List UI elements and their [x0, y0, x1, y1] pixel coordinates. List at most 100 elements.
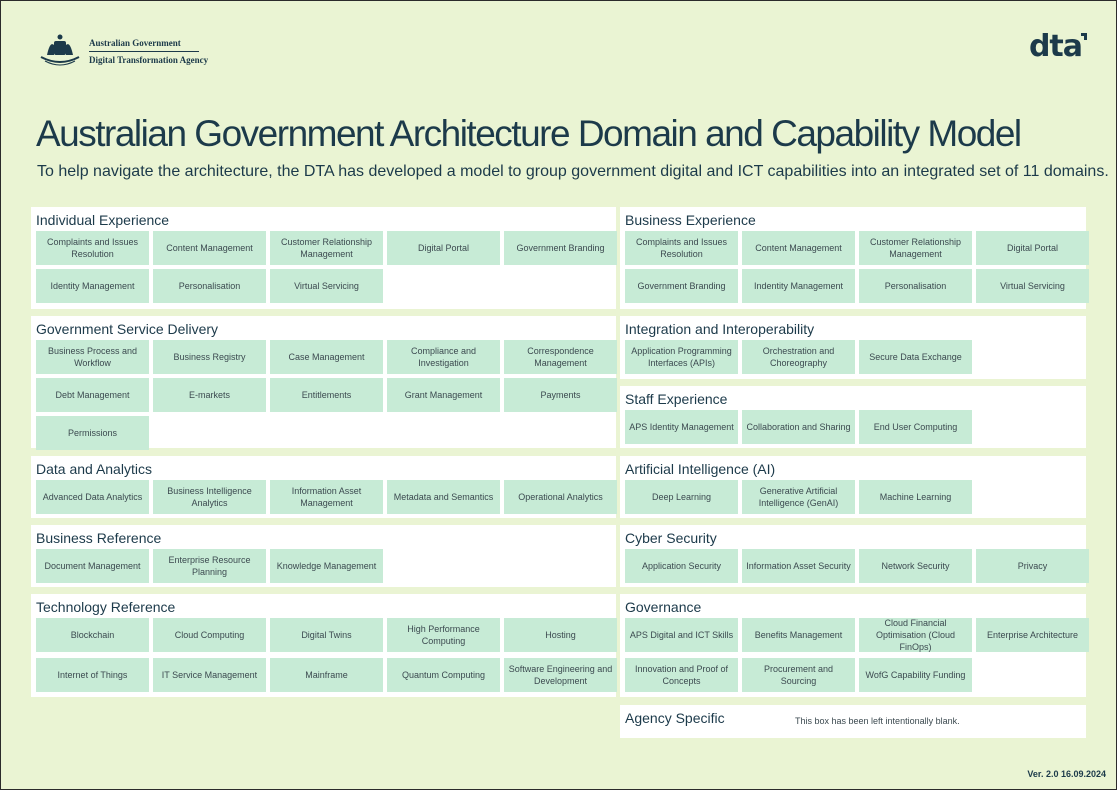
page-title: Australian Government Architecture Domai… — [36, 113, 1022, 154]
capability-card: WofG Capability Funding — [859, 658, 972, 692]
capability-card: Procurement and Sourcing — [742, 658, 855, 692]
capability-grid: Document Management Enterprise Resource P… — [36, 549, 617, 583]
capability-card: Enterprise Resource Planning — [153, 549, 266, 583]
capability-grid: Application Programming Interfaces (APIs… — [625, 340, 1089, 374]
capability-card: Secure Data Exchange — [859, 340, 972, 374]
capability-card: Entitlements — [270, 378, 383, 412]
domain-agency-specific: Agency Specific This box has been left i… — [620, 705, 1086, 738]
capability-card: Quantum Computing — [387, 658, 500, 692]
capability-card: Internet of Things — [36, 658, 149, 692]
domain-integration-interoperability: Integration and Interoperability Applica… — [620, 316, 1086, 379]
capability-card: Correspondence Management — [504, 340, 617, 374]
capability-card: Complaints and Issues Resolution — [625, 231, 738, 265]
capability-card: Information Asset Security — [742, 549, 855, 583]
capability-card: Software Engineering and Development — [504, 658, 617, 692]
domain-title: Governance — [625, 599, 702, 615]
domain-title: Technology Reference — [36, 599, 176, 615]
capability-grid: Complaints and Issues Resolution Content … — [625, 231, 1089, 303]
domain-business-experience: Business Experience Complaints and Issue… — [620, 207, 1089, 309]
capability-card: Virtual Servicing — [976, 269, 1089, 303]
capability-card: Advanced Data Analytics — [36, 480, 149, 514]
domain-title: Integration and Interoperability — [625, 321, 815, 337]
capability-grid: Deep Learning Generative Artificial Intel… — [625, 480, 1089, 514]
capability-card: Personalisation — [153, 269, 266, 303]
capability-card: End User Computing — [859, 410, 972, 444]
domain-title: Artificial Intelligence (AI) — [625, 461, 776, 477]
capability-card: Metadata and Semantics — [387, 480, 500, 514]
capability-card: Permissions — [36, 416, 149, 450]
capability-card: Government Branding — [625, 269, 738, 303]
capability-card: Document Management — [36, 549, 149, 583]
capability-card: APS Digital and ICT Skills — [625, 618, 738, 652]
capability-card: Application Security — [625, 549, 738, 583]
domain-title: Staff Experience — [625, 391, 728, 407]
dta-logo-text: dta — [1028, 29, 1083, 64]
capability-card: Customer Relationship Management — [859, 231, 972, 265]
domain-title: Cyber Security — [625, 530, 717, 546]
capability-card: APS Identity Management — [625, 410, 738, 444]
capability-card: E-markets — [153, 378, 266, 412]
capability-card: Knowledge Management — [270, 549, 383, 583]
capability-card: Government Branding — [504, 231, 617, 265]
capability-grid: Blockchain Cloud Computing Digital Twins Hi… — [36, 618, 617, 692]
capability-card: Payments — [504, 378, 617, 412]
capability-card: Operational Analytics — [504, 480, 617, 514]
capability-card: Case Management — [270, 340, 383, 374]
domain-data-analytics: Data and Analytics Advanced Data Analyti… — [31, 456, 617, 518]
australian-government-logo: Australian Government Digital Transforma… — [37, 33, 208, 69]
dta-logo-mark-icon — [1081, 33, 1087, 40]
blank-note: This box has been left intentionally bla… — [795, 716, 960, 726]
domain-title: Individual Experience — [36, 212, 170, 228]
page-subtitle: To help navigate the architecture, the D… — [37, 163, 1109, 180]
domain-staff-experience: Staff Experience APS Identity Management… — [620, 386, 1086, 448]
capability-card: Machine Learning — [859, 480, 972, 514]
capability-card: Blockchain — [36, 618, 149, 652]
capability-card: IT Service Management — [153, 658, 266, 692]
capability-card: Information Asset Management — [270, 480, 383, 514]
capability-card: Personalisation — [859, 269, 972, 303]
capability-card: Business Registry — [153, 340, 266, 374]
domain-title: Business Reference — [36, 530, 162, 546]
capability-card: Generative Artificial Intelligence (GenA… — [742, 480, 855, 514]
coat-of-arms-icon — [40, 34, 80, 66]
capability-card: Digital Twins — [270, 618, 383, 652]
domain-cyber-security: Cyber Security Application Security Infor… — [620, 525, 1089, 587]
domain-governance: Governance APS Digital and ICT Skills Ben… — [620, 594, 1089, 697]
capability-card: Business Process and Workflow — [36, 340, 149, 374]
capability-grid: Application Security Information Asset Se… — [625, 549, 1089, 583]
capability-grid: Advanced Data Analytics Business Intellig… — [36, 480, 617, 514]
capability-card: Indentity Management — [742, 269, 855, 303]
capability-grid: APS Identity Management Collaboration and… — [625, 410, 1089, 444]
domain-title: Government Service Delivery — [36, 321, 219, 337]
capability-card: Orchestration and Choreography — [742, 340, 855, 374]
capability-card: Deep Learning — [625, 480, 738, 514]
capability-card: Collaboration and Sharing — [742, 410, 855, 444]
capability-card: High Performance Computing — [387, 618, 500, 652]
capability-card: Digital Portal — [976, 231, 1089, 265]
capability-card: Cloud Computing — [153, 618, 266, 652]
domain-title: Business Experience — [625, 212, 756, 228]
domain-technology-reference: Technology Reference Blockchain Cloud Com… — [31, 594, 617, 697]
gov-name: Australian Government — [89, 38, 199, 52]
version-label: Ver. 2.0 16.09.2024 — [1027, 769, 1106, 779]
domain-business-reference: Business Reference Document Management En… — [31, 525, 616, 587]
capability-card: Grant Management — [387, 378, 500, 412]
capability-grid: Complaints and Issues Resolution Content … — [36, 231, 617, 303]
capability-card: Digital Portal — [387, 231, 500, 265]
capability-card: Enterprise Architecture — [976, 618, 1089, 652]
domain-title: Agency Specific — [625, 710, 725, 726]
capability-card: Cloud Financial Optimisation (Cloud FinO… — [859, 618, 972, 652]
capability-card: Debt Management — [36, 378, 149, 412]
capability-grid: APS Digital and ICT Skills Benefits Manag… — [625, 618, 1089, 692]
capability-card: Business Intelligence Analytics — [153, 480, 266, 514]
domain-title: Data and Analytics — [36, 461, 152, 477]
capability-card: Network Security — [859, 549, 972, 583]
capability-card: Customer Relationship Management — [270, 231, 383, 265]
capability-card: Innovation and Proof of Concepts — [625, 658, 738, 692]
domain-government-service-delivery: Government Service Delivery Business Pro… — [31, 316, 617, 450]
agency-name: Digital Transformation Agency — [89, 54, 209, 65]
domain-artificial-intelligence: Artificial Intelligence (AI) Deep Learni… — [620, 456, 1086, 518]
capability-card: Mainframe — [270, 658, 383, 692]
capability-card: Privacy — [976, 549, 1089, 583]
capability-grid: Business Process and Workflow Business Re… — [36, 340, 617, 450]
